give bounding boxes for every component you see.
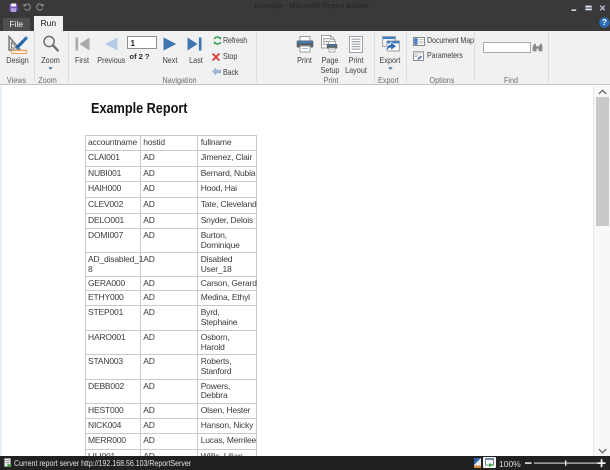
- svg-text:?: ?: [602, 18, 607, 27]
